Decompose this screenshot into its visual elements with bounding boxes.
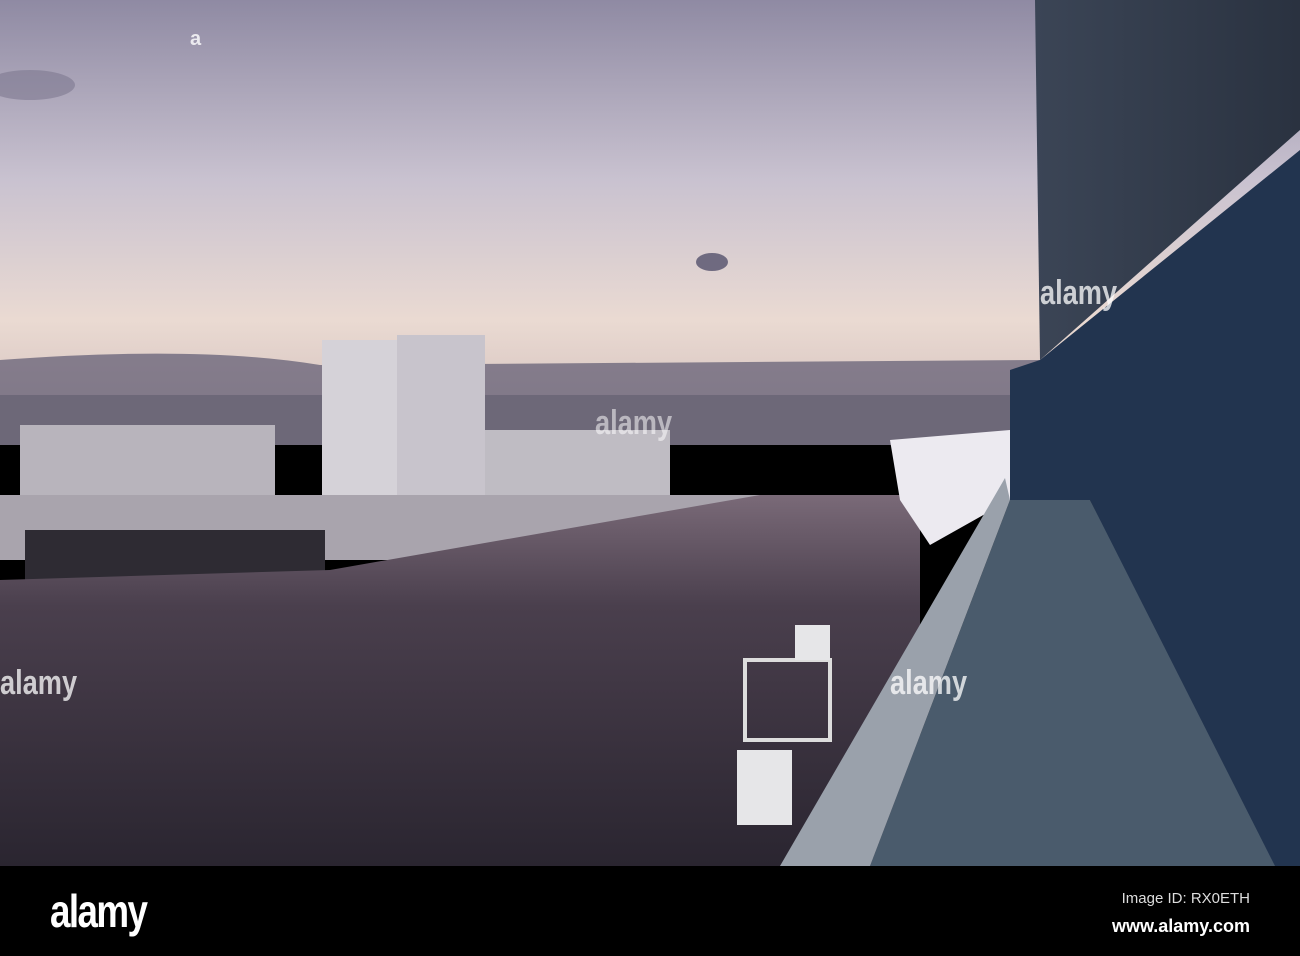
watermark-mark: a [190,28,202,50]
tower-right [397,335,485,505]
tower-left [322,340,397,500]
cloud [696,253,728,271]
deck-equipment-box [737,750,792,825]
footer-bar: alamy Image ID: RX0ETH www.alamy.com [0,866,1300,956]
stock-photo: a alamy alamy alamy alamy alamy Image ID… [0,0,1300,956]
watermark-logo-right: alamy [890,664,968,702]
site-url: www.alamy.com [1111,916,1250,936]
image-id: Image ID: RX0ETH [1121,890,1250,907]
alamy-logo: alamy [50,885,148,937]
watermark-logo-top: alamy [1040,274,1118,312]
watermark-logo-left: alamy [0,664,78,702]
watermark-logo-center: alamy [595,404,673,442]
office-building [20,425,275,500]
